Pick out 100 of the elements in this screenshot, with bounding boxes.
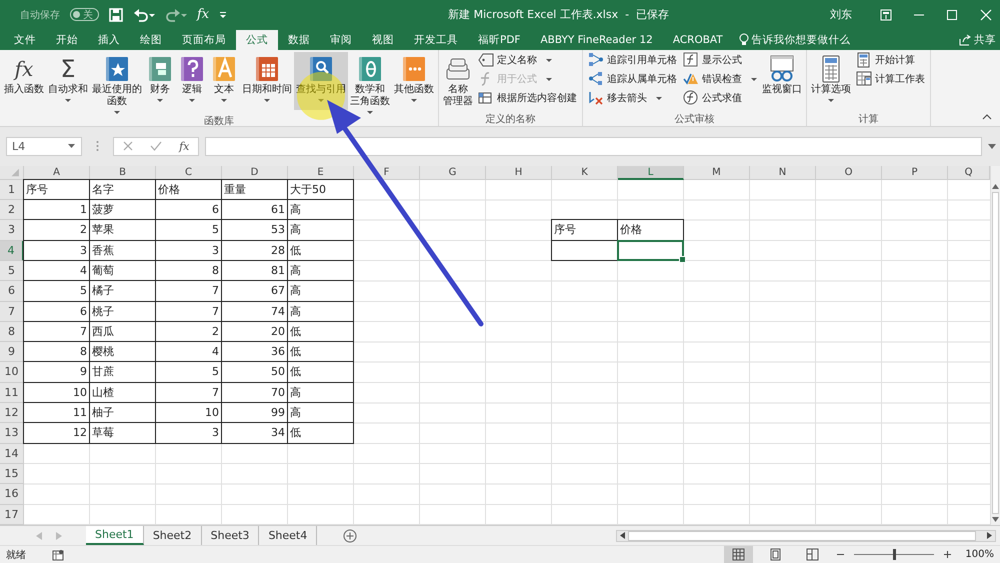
ribbon-tab[interactable]: 审阅 [320, 30, 362, 50]
row-header[interactable]: 11 [0, 382, 24, 404]
tell-me-search[interactable]: 告诉我你想要做什么 [738, 30, 851, 50]
row-header[interactable]: 4 [0, 240, 24, 261]
column-header[interactable]: K [552, 166, 618, 180]
table-cell[interactable]: 高 [287, 280, 354, 302]
column-header[interactable]: H [486, 166, 552, 180]
ribbon-button[interactable]: 定义名称 [478, 52, 577, 69]
table-cell[interactable]: 9 [23, 361, 90, 383]
ribbon-button[interactable]: fx 插入函数 [2, 52, 46, 110]
ribbon-tab[interactable]: 公式 [236, 30, 278, 50]
row-header[interactable]: 7 [0, 302, 24, 322]
ribbon-button[interactable]: 开始计算 [856, 52, 925, 69]
table-cell[interactable]: 11 [23, 402, 90, 424]
table-cell[interactable]: 低 [287, 422, 354, 444]
ribbon-button[interactable]: 根据所选内容创建 [478, 90, 577, 107]
column-header[interactable]: M [684, 166, 750, 180]
ribbon-tab[interactable]: 视图 [362, 30, 404, 50]
column-header[interactable]: L [618, 166, 684, 180]
view-button[interactable] [724, 546, 754, 563]
insert-function-button[interactable]: fx [197, 7, 210, 22]
row-header[interactable]: 8 [0, 322, 24, 342]
row-header[interactable]: 1 [0, 180, 24, 200]
table-cell[interactable]: 高 [287, 199, 354, 220]
ribbon-button[interactable]: 数学和 三角函数 [348, 52, 392, 114]
ribbon-button[interactable]: 其他函数 [392, 52, 436, 110]
ribbon-button[interactable]: 计算工作表 [856, 70, 925, 88]
ribbon-button[interactable]: 财务 [144, 52, 176, 110]
table-cell[interactable]: 大于50 [287, 178, 354, 200]
ribbon-tab[interactable]: 绘图 [130, 30, 172, 50]
row-header[interactable]: 13 [0, 423, 24, 444]
table-cell[interactable]: 8 [23, 341, 90, 362]
scroll-thumb[interactable] [628, 530, 976, 541]
zoom-level[interactable]: 100% [965, 549, 994, 560]
column-header[interactable]: N [750, 166, 816, 180]
table-cell[interactable]: 12 [23, 422, 90, 444]
column-header[interactable]: B [90, 166, 156, 180]
row-header[interactable]: 14 [0, 444, 24, 464]
table-cell[interactable]: 高 [287, 402, 354, 424]
ribbon-button[interactable]: 计算选项 [809, 52, 853, 110]
column-header[interactable]: D [222, 166, 288, 180]
table-cell[interactable]: 价格 [617, 219, 684, 241]
table-cell[interactable]: 低 [287, 240, 354, 261]
ribbon-button[interactable]: 公式求值 [683, 90, 757, 107]
ribbon-button[interactable]: 日期和时间 [240, 52, 294, 110]
table-cell[interactable] [551, 240, 618, 261]
ribbon-tab[interactable]: 开发工具 [404, 30, 468, 50]
table-cell[interactable]: 序号 [551, 219, 618, 241]
autosave-toggle[interactable]: 关 [70, 8, 99, 22]
row-header[interactable]: 6 [0, 281, 24, 302]
column-header[interactable]: P [882, 166, 948, 180]
table-cell[interactable]: 低 [287, 320, 354, 342]
scroll-thumb[interactable] [992, 192, 999, 514]
row-header[interactable]: 10 [0, 362, 24, 383]
share-button[interactable]: 共享 [959, 30, 1000, 50]
name-box[interactable]: L4 [6, 136, 82, 156]
column-header[interactable]: O [816, 166, 882, 180]
horizontal-scrollbar[interactable] [616, 530, 996, 542]
row-header[interactable]: 16 [0, 484, 24, 505]
table-cell[interactable]: 5 [23, 280, 90, 302]
ribbon-tab[interactable]: 数据 [278, 30, 320, 50]
row-header[interactable]: 9 [0, 342, 24, 362]
slider-thumb[interactable] [893, 549, 896, 560]
ribbon-tab[interactable]: 文件 [4, 30, 46, 50]
ribbon-button[interactable]: 移去箭头 [588, 90, 677, 107]
ribbon-tab[interactable]: 插入 [88, 30, 130, 50]
table-cell[interactable]: 1 [23, 199, 90, 220]
vertical-scrollbar[interactable] [990, 166, 1000, 526]
ribbon-button[interactable]: 文本 [208, 52, 240, 110]
table-cell[interactable]: 34 [221, 422, 288, 444]
column-header[interactable]: C [156, 166, 222, 180]
table-cell[interactable]: 低 [287, 341, 354, 362]
column-header[interactable]: E [288, 166, 354, 180]
ribbon-button[interactable]: 最近使用的 函数 [90, 52, 144, 114]
ribbon-button[interactable]: 名称 管理器 [441, 52, 475, 110]
row-header[interactable]: 3 [0, 220, 24, 241]
table-cell[interactable]: 低 [287, 361, 354, 383]
formula-input[interactable] [205, 136, 982, 156]
ribbon-tab[interactable]: 开始 [46, 30, 88, 50]
sheet-tab[interactable]: Sheet1 [86, 526, 144, 545]
column-header[interactable]: Q [948, 166, 990, 180]
row-header[interactable]: 5 [0, 261, 24, 282]
ribbon-tab[interactable]: ABBYY FineReader 12 [530, 30, 663, 50]
ribbon-button[interactable]: 错误检查 [683, 70, 757, 88]
table-cell[interactable]: 高 [287, 219, 354, 241]
column-header[interactable]: G [420, 166, 486, 180]
ribbon-tab[interactable]: 福昕PDF [468, 30, 530, 50]
ribbon-tab[interactable]: ACROBAT [662, 30, 733, 50]
row-header[interactable]: 17 [0, 504, 24, 525]
row-header[interactable]: 2 [0, 200, 24, 220]
table-cell[interactable]: 草莓 [89, 422, 156, 444]
ribbon-button[interactable]: 追踪从属单元格 [588, 70, 677, 88]
column-header[interactable]: A [24, 166, 90, 180]
ribbon-button[interactable]: 追踪引用单元格 [588, 52, 677, 69]
row-header[interactable]: 12 [0, 403, 24, 424]
row-header[interactable]: 15 [0, 464, 24, 484]
ribbon-button[interactable]: Σ 自动求和 [46, 52, 90, 110]
table-cell[interactable]: 3 [155, 422, 222, 444]
ribbon-button[interactable]: 逻辑 [176, 52, 208, 110]
ribbon-button[interactable]: 显示公式 [683, 52, 757, 69]
